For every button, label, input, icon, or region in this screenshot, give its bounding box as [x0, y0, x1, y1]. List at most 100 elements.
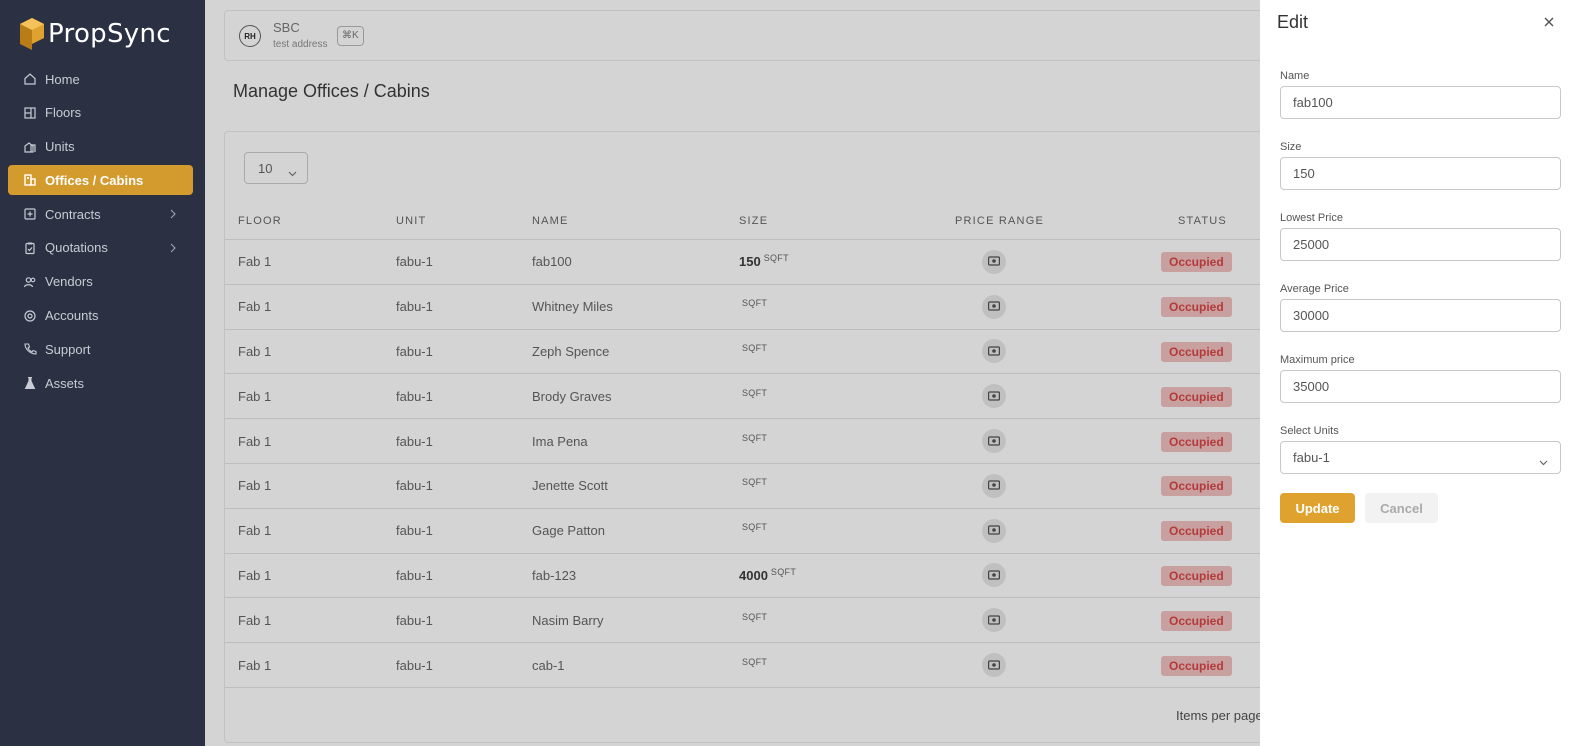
status-cell: Occupied — [1161, 297, 1232, 318]
accounts-icon — [23, 309, 37, 323]
unit-cell: fabu-1 — [396, 388, 433, 404]
price-range-cell — [955, 384, 1006, 409]
table-row[interactable]: Fab 1 fabu-1 Gage Patton SQFT Occupied — [225, 509, 1365, 554]
sidebar-item-home[interactable]: Home — [8, 64, 193, 94]
unit-cell: fabu-1 — [396, 433, 433, 449]
table-row[interactable]: Fab 1 fabu-1 Zeph Spence SQFT Occupied — [225, 330, 1365, 375]
status-cell: Occupied — [1161, 476, 1232, 497]
update-button[interactable]: Update — [1280, 493, 1355, 523]
company-name[interactable]: SBC — [273, 20, 300, 35]
average-price-field[interactable] — [1280, 299, 1561, 332]
sidebar-item-accounts[interactable]: Accounts — [8, 301, 193, 331]
sidebar-item-quotations[interactable]: Quotations — [8, 233, 193, 263]
table-row[interactable]: Fab 1 fabu-1 Jenette Scott SQFT Occupied — [225, 464, 1365, 509]
price-range-cell — [955, 473, 1006, 498]
column-header-status[interactable]: STATUS — [1178, 215, 1227, 227]
size-cell: SQFT — [739, 657, 767, 673]
sidebar-item-contracts[interactable]: Contracts — [8, 199, 193, 229]
money-icon — [988, 568, 1001, 583]
sidebar-item-floors[interactable]: Floors — [8, 98, 193, 128]
table-row[interactable]: Fab 1 fabu-1 fab100 150 SQFT Occupied — [225, 240, 1365, 285]
close-icon[interactable] — [1543, 15, 1555, 27]
table-row[interactable]: Fab 1 fabu-1 Brody Graves SQFT Occupied — [225, 374, 1365, 420]
price-range-button[interactable] — [982, 429, 1006, 454]
sidebar-item-assets[interactable]: Assets — [8, 368, 193, 398]
money-icon — [988, 658, 1001, 673]
chevron-right-icon — [167, 242, 179, 254]
sidebar-item-units[interactable]: Units — [8, 132, 193, 162]
size-unit: SQFT — [742, 387, 768, 398]
propsync-logo-icon — [20, 18, 44, 50]
column-header-name[interactable]: NAME — [532, 215, 569, 227]
size-unit: SQFT — [742, 477, 768, 488]
app-logo[interactable]: PropSync — [20, 17, 171, 51]
name-cell: Ima Pena — [532, 433, 588, 449]
price-range-button[interactable] — [982, 518, 1006, 543]
select-units-dropdown[interactable]: fabu-1 — [1280, 441, 1561, 474]
average-price-label: Average Price — [1280, 283, 1349, 295]
size-cell: SQFT — [739, 387, 768, 404]
column-header-unit[interactable]: UNIT — [396, 215, 426, 227]
price-range-button[interactable] — [982, 384, 1006, 409]
status-cell: Occupied — [1161, 341, 1232, 362]
status-badge: Occupied — [1161, 386, 1232, 407]
sidebar-item-label: Assets — [45, 375, 85, 391]
table-row[interactable]: Fab 1 fabu-1 Nasim Barry SQFT Occupied — [225, 598, 1365, 644]
chevron-down-icon — [1539, 454, 1548, 469]
floor-cell: Fab 1 — [238, 433, 272, 449]
table-body: Fab 1 fabu-1 fab100 150 SQFT Occupied Fab 1 fab… — [225, 240, 1365, 688]
money-icon — [988, 434, 1001, 449]
price-range-button[interactable] — [982, 339, 1006, 364]
select-units-label: Select Units — [1280, 425, 1339, 437]
money-icon — [988, 254, 1001, 269]
unit-cell: fabu-1 — [396, 254, 433, 270]
status-cell: Occupied — [1161, 565, 1232, 586]
price-range-button[interactable] — [982, 249, 1006, 274]
table-row[interactable]: Fab 1 fabu-1 Whitney Miles SQFT Occupied — [225, 285, 1365, 330]
size-label: Size — [1280, 141, 1302, 153]
column-header-floor[interactable]: FLOOR — [238, 215, 282, 227]
page-size-select[interactable]: 10 — [244, 152, 308, 184]
floor-cell: Fab 1 — [238, 523, 272, 539]
floor-cell: Fab 1 — [238, 299, 272, 315]
units-icon — [23, 140, 37, 154]
name-cell: cab-1 — [532, 657, 565, 673]
status-cell: Occupied — [1161, 386, 1232, 407]
status-cell: Occupied — [1161, 431, 1232, 452]
lowest-price-field[interactable] — [1280, 228, 1561, 261]
size-cell: SQFT — [739, 433, 767, 449]
price-range-button[interactable] — [982, 563, 1006, 588]
price-range-cell — [955, 518, 1006, 543]
company-logo[interactable]: RH — [239, 25, 261, 47]
status-badge: Occupied — [1161, 341, 1232, 362]
sidebar-item-support[interactable]: Support — [8, 334, 193, 364]
lowest-price-label: Lowest Price — [1280, 212, 1343, 224]
price-range-cell — [955, 563, 1006, 588]
floors-icon — [23, 106, 37, 120]
price-range-button[interactable] — [982, 473, 1006, 498]
floor-cell: Fab 1 — [238, 388, 272, 404]
table-row[interactable]: Fab 1 fabu-1 cab-1 SQFT Occupied — [225, 643, 1365, 688]
name-field[interactable] — [1280, 86, 1561, 119]
column-header-size[interactable]: SIZE — [739, 215, 768, 227]
select-units-value: fabu-1 — [1293, 450, 1330, 465]
price-range-button[interactable] — [982, 294, 1006, 319]
sidebar-item-vendors[interactable]: Vendors — [8, 267, 193, 297]
size-field[interactable] — [1280, 157, 1561, 190]
sidebar-item-label: Contracts — [45, 206, 101, 222]
price-range-button[interactable] — [982, 653, 1006, 678]
table-row[interactable]: Fab 1 fabu-1 Ima Pena SQFT Occupied — [225, 419, 1365, 464]
assets-icon — [23, 376, 37, 390]
cancel-button[interactable]: Cancel — [1365, 493, 1438, 523]
unit-cell: fabu-1 — [396, 343, 433, 359]
price-range-button[interactable] — [982, 608, 1006, 633]
search-shortcut[interactable]: ⌘K — [337, 26, 364, 46]
sidebar-item-label: Accounts — [45, 308, 99, 324]
money-icon — [988, 299, 1001, 314]
sidebar-item-offices-cabins[interactable]: Offices / Cabins — [8, 165, 193, 196]
column-header-price-range[interactable]: PRICE RANGE — [955, 215, 1044, 227]
maximum-price-field[interactable] — [1280, 370, 1561, 403]
name-cell: Zeph Spence — [532, 343, 610, 359]
size-cell: 4000 SQFT — [739, 567, 796, 583]
table-row[interactable]: Fab 1 fabu-1 fab-123 4000 SQFT Occupied — [225, 554, 1365, 599]
